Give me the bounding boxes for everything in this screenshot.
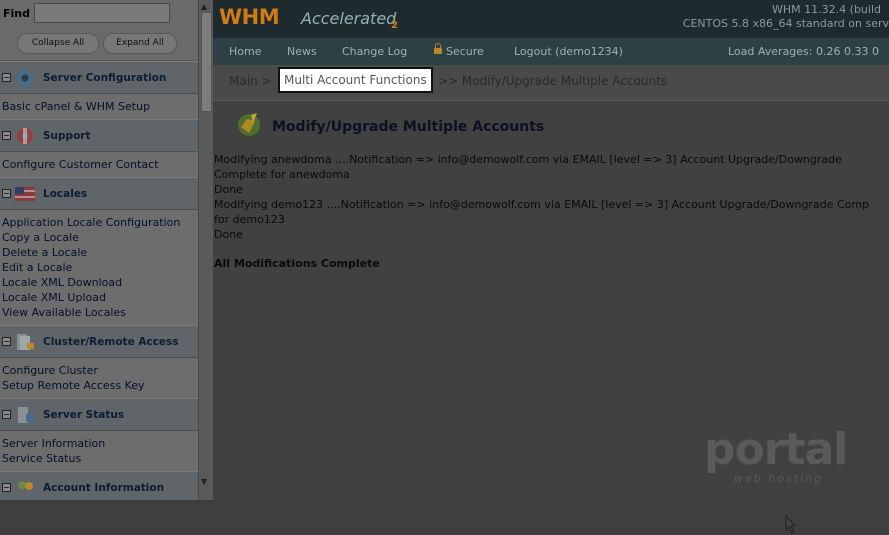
category-items: Application Locale Configuration Copy a … [0,210,198,325]
category-title: Server Configuration [43,72,167,84]
nav-secure[interactable]: Secure [434,43,484,58]
sidebar-item-configure-cluster[interactable]: Configure Cluster [2,363,198,378]
category-title: Server Status [43,409,125,421]
sidebar-scrollbar[interactable]: ▲ ▼ [198,0,213,500]
lifebuoy-icon [17,128,33,144]
version-info: WHM 11.32.4 (build [772,3,881,16]
expand-all-button[interactable]: Expand All [103,33,177,54]
collapse-toggle-icon[interactable]: − [2,189,11,198]
category-title: Cluster/Remote Access [43,336,179,348]
modify-accounts-icon [238,113,260,136]
header: WHM Accelerated 2 WHM 11.32.4 (build CEN… [213,0,889,38]
category-title: Locales [43,188,88,200]
nav-change-log[interactable]: Change Log [342,45,407,58]
server-lock-icon [17,334,34,350]
sidebar-item-locale-xml-upload[interactable]: Locale XML Upload [2,290,198,305]
sidebar-item-copy-locale[interactable]: Copy a Locale [2,230,198,245]
scroll-thumb[interactable] [201,12,212,112]
os-info: CENTOS 5.8 x86_64 standard on serv [682,17,889,30]
server-icon [18,407,34,423]
category-support[interactable]: − Support [0,119,198,152]
watermark-brand: portal [704,424,848,475]
sidebar-item-service-status[interactable]: Service Status [2,451,198,466]
category-items: Configure Customer Contact [0,152,198,177]
load-averages: Load Averages: 0.26 0.33 0 [728,45,879,58]
sidebar-item-remote-access-key[interactable]: Setup Remote Access Key [2,378,198,393]
sidebar-item-locale-xml-download[interactable]: Locale XML Download [2,275,198,290]
collapse-toggle-icon[interactable]: − [2,73,11,82]
whm-logo: WHM [219,5,280,29]
lock-icon [434,43,442,54]
log-line: Modifying anewdoma ....Notification => i… [214,153,842,166]
sidebar: Find Collapse All Expand All − Server Co… [0,0,198,500]
sidebar-item-edit-locale[interactable]: Edit a Locale [2,260,198,275]
watermark-sub: web hosting [734,472,823,485]
find-bar: Find Collapse All Expand All [0,0,198,61]
collapse-toggle-icon[interactable]: − [2,131,11,140]
find-input[interactable] [34,3,170,23]
log-line: Modifying demo123 ....Notification => in… [214,198,870,211]
log-line: Done [214,228,243,241]
category-items: Basic cPanel & WHM Setup [0,94,198,119]
category-locales[interactable]: − Locales [0,177,198,210]
modification-log: Modifying anewdoma ....Notification => i… [214,152,889,242]
nav-logout[interactable]: Logout (demo1234) [514,45,623,58]
collapse-toggle-icon[interactable]: − [2,410,11,419]
collapse-all-button[interactable]: Collapse All [17,33,99,54]
sidebar-item-basic-setup[interactable]: Basic cPanel & WHM Setup [2,99,198,114]
sidebar-item-view-locales[interactable]: View Available Locales [2,305,198,320]
sidebar-item-customer-contact[interactable]: Configure Customer Contact [2,157,198,172]
collapse-toggle-icon[interactable]: − [2,483,11,492]
category-account-information[interactable]: − Account Information [0,471,198,500]
portal-watermark: portal web hosting [704,424,854,490]
sidebar-item-server-information[interactable]: Server Information [2,436,198,451]
nav-home[interactable]: Home [229,45,261,58]
nav-news[interactable]: News [287,45,317,58]
category-cluster-remote-access[interactable]: − Cluster/Remote Access [0,325,198,358]
scroll-down-icon[interactable]: ▼ [201,477,207,486]
breadcrumb: Main > Multi Account Functions >> Modify… [213,65,889,101]
find-label: Find [3,7,30,20]
category-items: Configure Cluster Setup Remote Access Ke… [0,358,198,398]
page-title: Modify/Upgrade Multiple Accounts [272,119,545,135]
category-items: Server Information Service Status [0,431,198,471]
log-line: Done [214,183,243,196]
sidebar-item-delete-locale[interactable]: Delete a Locale [2,245,198,260]
flag-icon [15,187,35,201]
scroll-up-icon[interactable]: ▲ [201,2,207,11]
category-title: Support [43,130,91,142]
ibeam-cursor-icon [785,515,797,534]
category-server-status[interactable]: − Server Status [0,398,198,431]
whm-logo-accelerated: Accelerated [301,9,397,28]
users-icon [18,481,33,490]
top-nav: Home News Change Log Secure Logout (demo… [213,38,889,65]
completion-message: All Modifications Complete [214,257,380,270]
main-content: Main > Multi Account Functions >> Modify… [213,65,889,534]
category-server-configuration[interactable]: − Server Configuration [0,61,198,94]
breadcrumb-current: >> Modify/Upgrade Multiple Accounts [438,74,668,88]
breadcrumb-main[interactable]: Main > [229,74,272,88]
sidebar-item-app-locale-config[interactable]: Application Locale Configuration [2,215,198,230]
whm-logo-sub: 2 [391,20,398,31]
nav-secure-label: Secure [446,45,484,58]
gear-icon [17,68,33,88]
category-title: Account Information [43,482,165,494]
breadcrumb-multi-account-functions[interactable]: Multi Account Functions [278,67,433,93]
log-line: for demo123 [214,213,285,226]
collapse-toggle-icon[interactable]: − [2,337,11,346]
log-line: Complete for anewdoma [214,168,350,181]
